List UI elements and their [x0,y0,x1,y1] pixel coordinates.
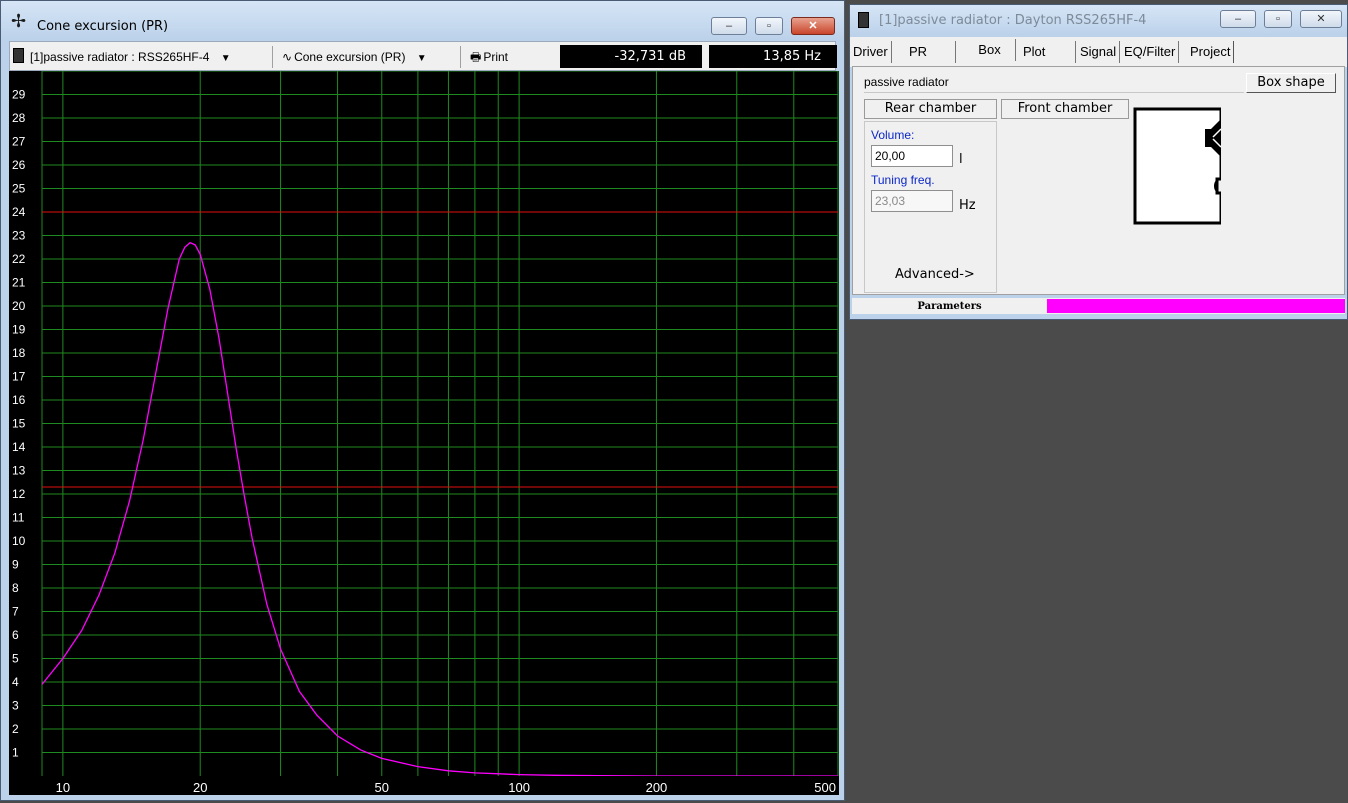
y-tick-label: 16 [12,393,26,407]
tuning-freq-unit: Hz [959,198,976,213]
tab-bar: Driver PR Box Plot Signal EQ/Filter Proj… [850,37,1347,67]
tab-eq-filter[interactable]: EQ/Filter [1121,41,1180,63]
driver-select[interactable]: [1]passive radiator : RSS265HF-4 ▼ [13,48,231,66]
x-tick-label: 100 [508,780,530,795]
maximize-button[interactable]: ▫ [1264,10,1292,28]
chevron-down-icon: ▼ [220,53,231,64]
y-tick-label: 17 [12,370,26,384]
maximize-icon: ▫ [767,20,771,32]
status-progress-fill [1047,299,1345,313]
close-icon: ✕ [1316,13,1326,25]
y-tick-label: 25 [12,182,26,196]
minimize-button[interactable]: ‒ [1220,10,1256,28]
cone-excursion-chart[interactable]: 1 2 3 4 5 6 7 8 9 10 11 12 13 14 15 16 17 18 19 20 21 22 23 24 2… [9,71,839,795]
db-readout: -32,731 dB [560,45,702,68]
printer-icon: 🖶 [470,50,482,64]
volume-unit: l [959,152,963,167]
y-tick-label: 10 [12,534,26,548]
box-panel: passive radiator Box shape Rear chamber … [852,66,1345,295]
x-axis-strip [9,776,839,795]
y-tick-label: 11 [12,511,25,525]
y-tick-label: 21 [12,276,26,290]
driver-select-label: [1]passive radiator : RSS265HF-4 [30,50,210,64]
y-tick-label: 2 [12,722,19,736]
y-tick-label: 15 [12,417,26,431]
y-tick-label: 13 [12,464,26,478]
advanced-button[interactable]: Advanced-> [895,267,975,282]
x-tick-label: 10 [56,780,70,795]
hz-readout: 13,85 Hz [709,45,837,68]
close-button[interactable]: ✕ [791,17,835,35]
print-button[interactable]: 🖶 Print [470,48,508,66]
plot-toolbar: [1]passive radiator : RSS265HF-4 ▼ ∿ Cone… [9,41,837,71]
y-tick-label: 9 [12,558,19,572]
chart-svg: 1234567891011121314151617181920212223242… [9,71,839,795]
speaker-icon [13,48,24,63]
y-tick-label: 29 [12,88,26,102]
status-bar: Parameters [852,298,1345,314]
y-tick-label: 6 [12,628,19,642]
waveform-icon: ∿ [282,50,293,64]
tab-driver[interactable]: Driver [850,41,892,63]
y-tick-label: 7 [12,605,19,619]
status-parameters-label: Parameters [917,301,982,312]
y-tick-label: 24 [12,205,26,219]
y-tick-label: 1 [12,746,19,760]
tab-box[interactable]: Box [964,39,1016,61]
close-icon: ✕ [808,20,818,32]
plot-window-title: Cone excursion (PR) [37,19,169,34]
x-tick-label: 500 [814,780,836,795]
rear-chamber-button[interactable]: Rear chamber [864,99,997,119]
y-tick-label: 27 [12,135,26,149]
rear-chamber-group: Volume: 20,00 l Tuning freq. 23,03 Hz Ad… [864,121,997,293]
tab-signal[interactable]: Signal [1072,41,1121,63]
volume-label: Volume: [871,128,915,142]
y-tick-label: 23 [12,229,26,243]
x-tick-label: 50 [375,780,389,795]
y-tick-label: 12 [12,487,26,501]
box-shape-button[interactable]: Box shape [1246,73,1336,93]
crosshair-icon: ✢ [11,11,27,31]
front-chamber-button[interactable]: Front chamber [1001,99,1129,119]
speaker-icon [858,12,869,28]
print-label: Print [483,50,509,64]
tab-plot[interactable]: Plot [1016,41,1077,63]
minimize-button[interactable]: ‒ [711,17,747,35]
minimize-icon: ‒ [725,20,733,32]
y-tick-label: 5 [12,652,19,666]
y-tick-label: 28 [12,111,26,125]
tuning-freq-label: Tuning freq. [871,173,935,187]
x-tick-label: 20 [193,780,207,795]
tab-project[interactable]: Project [1187,41,1235,63]
box-window-titlebar[interactable]: [1]passive radiator : Dayton RSS265HF-4 … [850,5,1347,35]
plot-window-titlebar[interactable]: ✢ Cone excursion (PR) ‒ ▫ ✕ [1,1,844,39]
box-shape-diagram [1133,107,1221,225]
y-tick-label: 3 [12,699,19,713]
maximize-icon: ▫ [1276,13,1280,25]
minimize-icon: ‒ [1234,13,1242,25]
plot-type-select[interactable]: ∿ Cone excursion (PR) ▼ [282,48,427,66]
plot-type-label: Cone excursion (PR) [294,50,406,64]
maximize-button[interactable]: ▫ [755,17,783,35]
box-settings-window: [1]passive radiator : Dayton RSS265HF-4 … [849,4,1348,320]
enclosure-outline [1133,107,1221,225]
volume-input[interactable]: 20,00 [871,145,953,167]
y-tick-label: 18 [12,346,26,360]
tab-pr[interactable]: PR [906,41,957,63]
y-tick-label: 8 [12,581,19,595]
chevron-down-icon: ▼ [416,53,427,64]
cone-excursion-window: ✢ Cone excursion (PR) ‒ ▫ ✕ [1]passive r… [0,0,845,801]
box-name-field[interactable]: passive radiator [864,72,1244,93]
x-tick-label: 200 [646,780,668,795]
y-tick-label: 14 [12,440,26,454]
y-tick-label: 19 [12,323,26,337]
y-tick-label: 22 [12,252,26,266]
tuning-freq-input[interactable]: 23,03 [871,190,953,212]
close-button[interactable]: ✕ [1300,10,1342,28]
y-tick-label: 20 [12,299,26,313]
box-window-title: [1]passive radiator : Dayton RSS265HF-4 [879,13,1147,28]
y-tick-label: 4 [12,675,19,689]
y-tick-label: 26 [12,158,26,172]
